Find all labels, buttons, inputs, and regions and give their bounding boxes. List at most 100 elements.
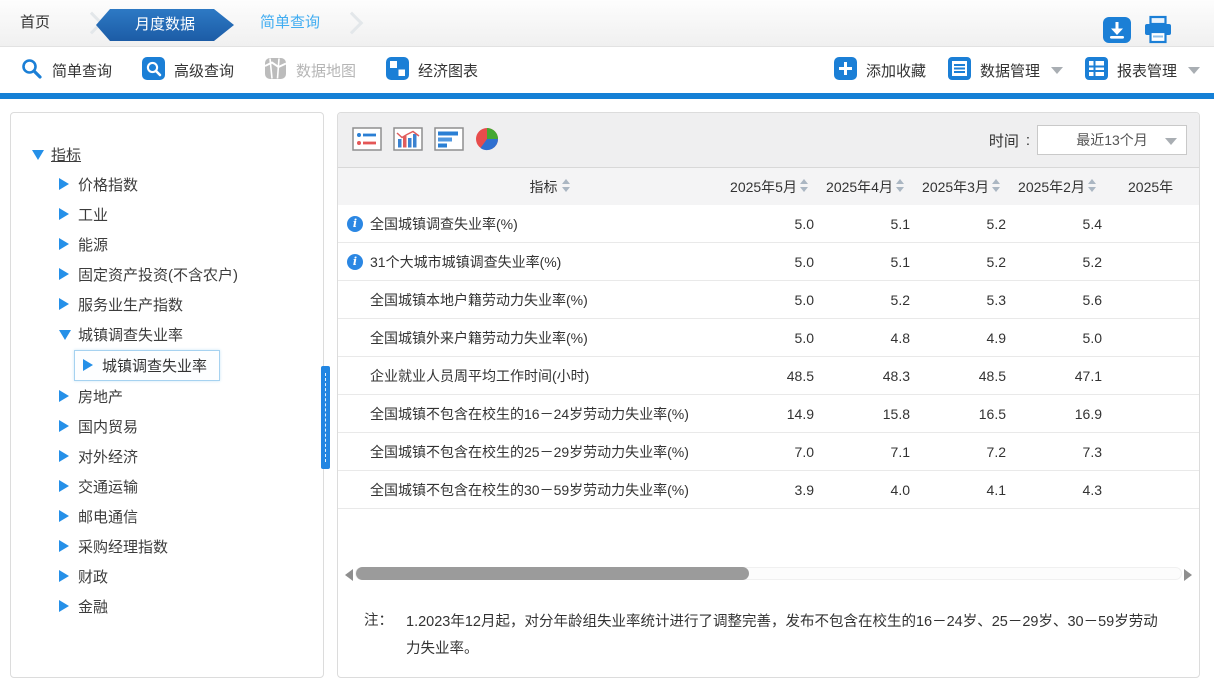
column-header-label: 2025年5月	[730, 178, 797, 195]
tree-node-finance[interactable]: 金融	[11, 591, 323, 621]
tree-collapsed-icon[interactable]	[59, 420, 69, 432]
tree-collapsed-icon[interactable]	[59, 450, 69, 462]
tab-monthly-data-active[interactable]: 月度数据	[96, 9, 234, 41]
horizontal-scrollbar-thumb[interactable]	[356, 567, 749, 580]
tab-simple-query[interactable]: 简单查询	[260, 0, 320, 46]
tree-node-label: 城镇调查失业率	[102, 357, 208, 375]
value-cell: 7.1	[890, 443, 910, 460]
tab-home[interactable]: 首页	[20, 0, 50, 46]
sort-icon[interactable]	[1087, 178, 1096, 195]
panel-splitter-handle[interactable]	[321, 366, 330, 469]
advanced-query-button[interactable]: 高级查询	[142, 56, 234, 84]
tree-expanded-icon[interactable]	[59, 330, 71, 340]
indicator-tree: 指标 价格指数 工业 能源 固定资产投资(不含农户) 服务业生产指数 城镇调查失…	[11, 113, 323, 621]
sidebar-panel: 指标 价格指数 工业 能源 固定资产投资(不含农户) 服务业生产指数 城镇调查失…	[10, 112, 324, 678]
data-manage-button[interactable]: 数据管理	[947, 56, 1063, 84]
tree-collapsed-icon[interactable]	[59, 178, 69, 190]
sort-icon[interactable]	[561, 178, 570, 195]
tree-collapsed-icon[interactable]	[59, 298, 69, 310]
value-cell: 5.3	[986, 291, 1006, 308]
tree-node-selected[interactable]: 城镇调查失业率	[74, 349, 221, 381]
column-header-month[interactable]: 2025年5月	[721, 177, 817, 197]
tree-node-price-index[interactable]: 价格指数	[11, 169, 323, 199]
indicator-cell[interactable]: 全国城镇本地户籍劳动力失业率(%)	[338, 290, 721, 310]
simple-query-button[interactable]: 简单查询	[20, 57, 112, 84]
tree-node-post-telecom[interactable]: 邮电通信	[11, 501, 323, 531]
tree-node-pmi[interactable]: 采购经理指数	[11, 531, 323, 561]
tree-node-label: 能源	[78, 236, 109, 254]
data-manage-icon	[947, 56, 971, 84]
indicator-label: 全国城镇本地户籍劳动力失业率(%)	[370, 291, 588, 308]
economic-charts-button[interactable]: 经济图表	[386, 56, 478, 84]
tree-node-label: 财政	[78, 568, 109, 586]
printer-icon[interactable]	[1142, 15, 1174, 45]
tree-node-survey-unemployment-child-wrap: 城镇调查失业率	[11, 349, 323, 381]
tree-node-root[interactable]: 指标	[11, 139, 323, 169]
tree-collapsed-icon[interactable]	[59, 600, 69, 612]
table-view-icon[interactable]	[352, 127, 382, 156]
indicator-cell[interactable]: 全国城镇不包含在校生的25－29岁劳动力失业率(%)	[338, 442, 721, 462]
indicator-cell[interactable]: 全国城镇不包含在校生的30－59岁劳动力失业率(%)	[338, 480, 721, 500]
value-cell: 5.2	[986, 253, 1006, 270]
data-map-button: 数据地图	[264, 57, 356, 84]
tree-collapsed-icon[interactable]	[59, 510, 69, 522]
value-cell: 5.2	[986, 215, 1006, 232]
simple-query-label: 简单查询	[52, 62, 113, 80]
indicator-cell[interactable]: i 31个大城市城镇调查失业率(%)	[338, 252, 721, 272]
report-manage-button[interactable]: 报表管理	[1084, 56, 1200, 84]
tree-node-fiscal[interactable]: 财政	[11, 561, 323, 591]
tree-node-transport[interactable]: 交通运输	[11, 471, 323, 501]
scroll-left-icon[interactable]	[345, 569, 353, 581]
tree-collapsed-icon[interactable]	[59, 208, 69, 220]
value-cell: 5.0	[1082, 329, 1102, 346]
scroll-right-icon[interactable]	[1184, 569, 1192, 581]
info-icon[interactable]: i	[347, 253, 363, 270]
tree-node-label: 房地产	[78, 388, 124, 406]
pie-chart-view-icon[interactable]	[475, 127, 499, 156]
tree-collapsed-icon[interactable]	[59, 268, 69, 280]
sort-icon[interactable]	[991, 178, 1000, 195]
table-row: i 全国城镇调查失业率(%) 5.0 5.1 5.2 5.4	[338, 205, 1199, 243]
column-header-month[interactable]: 2025年2月	[1009, 177, 1105, 197]
tree-node-energy[interactable]: 能源	[11, 229, 323, 259]
column-header-month-partial[interactable]: 2025年	[1105, 177, 1199, 197]
column-chart-view-icon[interactable]	[393, 127, 423, 156]
value-cell: 3.9	[794, 481, 814, 498]
tree-node-service-index[interactable]: 服务业生产指数	[11, 289, 323, 319]
indicator-cell[interactable]: 企业就业人员周平均工作时间(小时)	[338, 366, 721, 386]
value-cell: 16.9	[1074, 405, 1102, 422]
indicator-cell[interactable]: i 全国城镇调查失业率(%)	[338, 214, 721, 234]
sort-icon[interactable]	[799, 178, 808, 195]
tree-node-fixed-investment[interactable]: 固定资产投资(不含农户)	[11, 259, 323, 289]
tree-node-domestic-trade[interactable]: 国内贸易	[11, 411, 323, 441]
tree-collapsed-icon[interactable]	[59, 390, 69, 402]
info-icon[interactable]: i	[347, 215, 363, 232]
tree-collapsed-icon[interactable]	[59, 540, 69, 552]
tree-node-label: 邮电通信	[78, 508, 139, 526]
chevron-separator-icon	[340, 11, 364, 35]
tree-collapsed-icon[interactable]	[59, 570, 69, 582]
tree-expanded-icon[interactable]	[32, 150, 44, 160]
tree-collapsed-icon[interactable]	[83, 359, 93, 371]
bar-chart-view-icon[interactable]	[434, 127, 464, 156]
time-range-select[interactable]: 最近13个月	[1037, 125, 1187, 155]
column-header-indicator[interactable]: 指标	[338, 177, 721, 197]
tree-node-foreign-economy[interactable]: 对外经济	[11, 441, 323, 471]
download-icon[interactable]	[1101, 15, 1133, 45]
column-header-month[interactable]: 2025年4月	[817, 177, 913, 197]
indicator-cell[interactable]: 全国城镇外来户籍劳动力失业率(%)	[338, 328, 721, 348]
sort-icon[interactable]	[895, 178, 904, 195]
tree-collapsed-icon[interactable]	[59, 238, 69, 250]
indicator-cell[interactable]: 全国城镇不包含在校生的16－24岁劳动力失业率(%)	[338, 404, 721, 424]
add-favorite-button[interactable]: 添加收藏	[833, 56, 926, 84]
tree-node-real-estate[interactable]: 房地产	[11, 381, 323, 411]
value-cell: 5.0	[794, 291, 814, 308]
tree-node-industry[interactable]: 工业	[11, 199, 323, 229]
tree-node-survey-unemployment[interactable]: 城镇调查失业率	[11, 319, 323, 349]
column-header-label: 指标	[529, 178, 558, 195]
tree-collapsed-icon[interactable]	[59, 480, 69, 492]
add-favorite-label: 添加收藏	[865, 62, 926, 80]
toolbar-accent-bar	[0, 93, 1214, 99]
column-header-month[interactable]: 2025年3月	[913, 177, 1009, 197]
value-cell: 48.3	[882, 367, 910, 384]
